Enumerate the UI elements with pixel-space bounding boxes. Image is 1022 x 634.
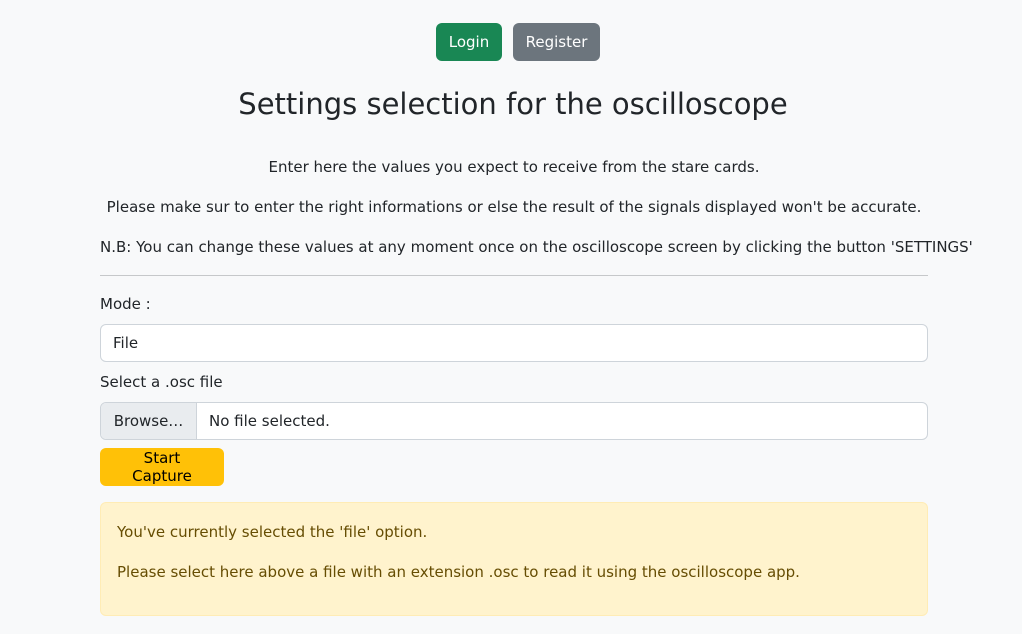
intro-line-2: Please make sur to enter the right infor…	[106, 198, 922, 216]
settings-form-container: Enter here the values you expect to rece…	[100, 0, 973, 634]
mode-select[interactable]: File	[100, 324, 928, 362]
browse-button[interactable]: Browse…	[101, 403, 197, 439]
mode-label: Mode :	[100, 295, 151, 313]
alert-line-1: You've currently selected the 'file' opt…	[117, 523, 428, 541]
file-status: No file selected.	[209, 412, 330, 430]
file-input[interactable]: Browse… No file selected.	[100, 402, 928, 440]
file-label: Select a .osc file	[100, 373, 223, 391]
start-capture-button[interactable]: Start Capture	[100, 448, 224, 486]
intro-line-1: Enter here the values you expect to rece…	[268, 158, 760, 176]
page: Login Register Settings selection for th…	[0, 0, 1022, 634]
alert-line-2: Please select here above a file with an …	[117, 563, 800, 581]
mode-select-value: File	[113, 334, 139, 352]
divider	[100, 275, 928, 276]
intro-line-3: N.B: You can change these values at any …	[100, 238, 973, 256]
info-alert: You've currently selected the 'file' opt…	[100, 502, 928, 616]
